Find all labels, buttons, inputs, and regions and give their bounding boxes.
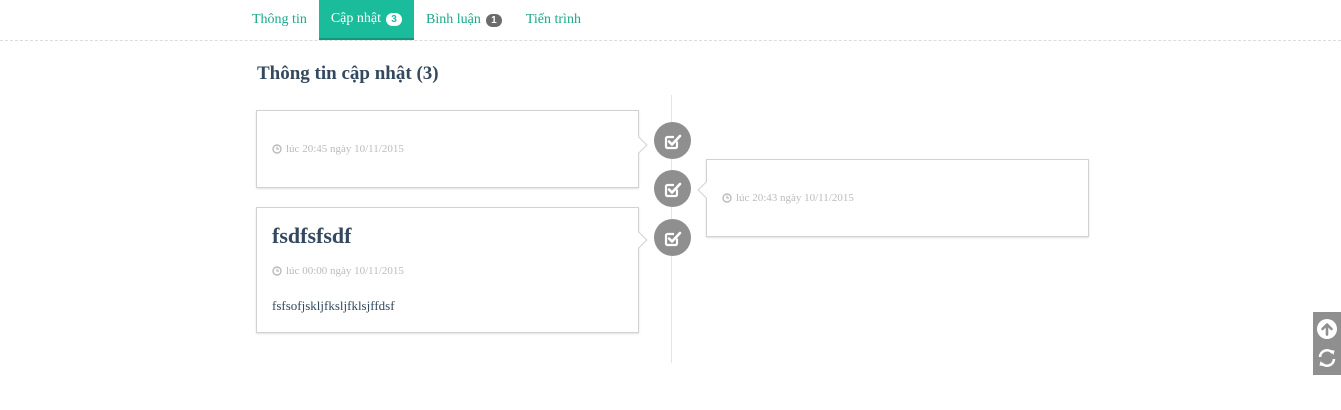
clock-icon — [272, 266, 282, 276]
tab-binh-luan[interactable]: Bình luận 1 — [414, 0, 514, 40]
update-body: fsfsofjskljfksljfklsjffdsf — [272, 298, 395, 313]
update-time: lúc 00:00 ngày 10/11/2015 — [272, 265, 404, 277]
check-square-icon — [664, 231, 681, 246]
update-time-text: lúc 20:43 ngày 10/11/2015 — [736, 192, 854, 204]
clock-icon — [722, 193, 732, 203]
update-time-text: lúc 00:00 ngày 10/11/2015 — [286, 265, 404, 277]
update-time: lúc 20:45 ngày 10/11/2015 — [272, 143, 404, 155]
arrow-up-circle-icon[interactable] — [1316, 318, 1338, 340]
update-card: fsdfsfsdf lúc 00:00 ngày 10/11/2015 fsfs… — [256, 207, 648, 333]
timeline-marker — [654, 170, 691, 207]
section-title: Thông tin cập nhật (3) — [257, 63, 439, 84]
tab-label: Bình luận — [426, 12, 481, 27]
check-square-icon — [664, 134, 681, 149]
update-time-text: lúc 20:45 ngày 10/11/2015 — [286, 143, 404, 155]
update-title: fsdfsfsdf — [272, 223, 352, 248]
tab-label: Tiến trình — [525, 12, 581, 27]
timeline-marker — [654, 219, 691, 256]
card-arrow — [630, 231, 648, 249]
tab-label: Cập nhật — [330, 11, 381, 26]
update-time: lúc 20:43 ngày 10/11/2015 — [722, 192, 854, 204]
side-tools — [1313, 312, 1341, 375]
check-square-icon — [664, 182, 681, 197]
tab-thong-tin[interactable]: Thông tin — [240, 0, 319, 40]
update-card: lúc 20:45 ngày 10/11/2015 — [256, 110, 648, 188]
tab-cap-nhat[interactable]: Cập nhật 3 — [318, 0, 414, 40]
card-arrow — [630, 136, 648, 154]
update-card: lúc 20:43 ngày 10/11/2015 — [697, 159, 1089, 237]
clock-icon — [272, 144, 282, 154]
card-arrow — [697, 181, 715, 199]
tab-divider — [0, 40, 1341, 41]
tab-tien-trinh[interactable]: Tiến trình — [514, 0, 593, 40]
tab-bar: Thông tin Cập nhật 3 Bình luận 1 Tiến tr… — [240, 0, 593, 40]
tab-label: Thông tin — [252, 12, 307, 27]
tab-badge: 1 — [485, 13, 502, 27]
refresh-icon[interactable] — [1316, 347, 1338, 369]
tab-badge: 3 — [386, 12, 402, 26]
timeline-marker — [654, 122, 691, 159]
